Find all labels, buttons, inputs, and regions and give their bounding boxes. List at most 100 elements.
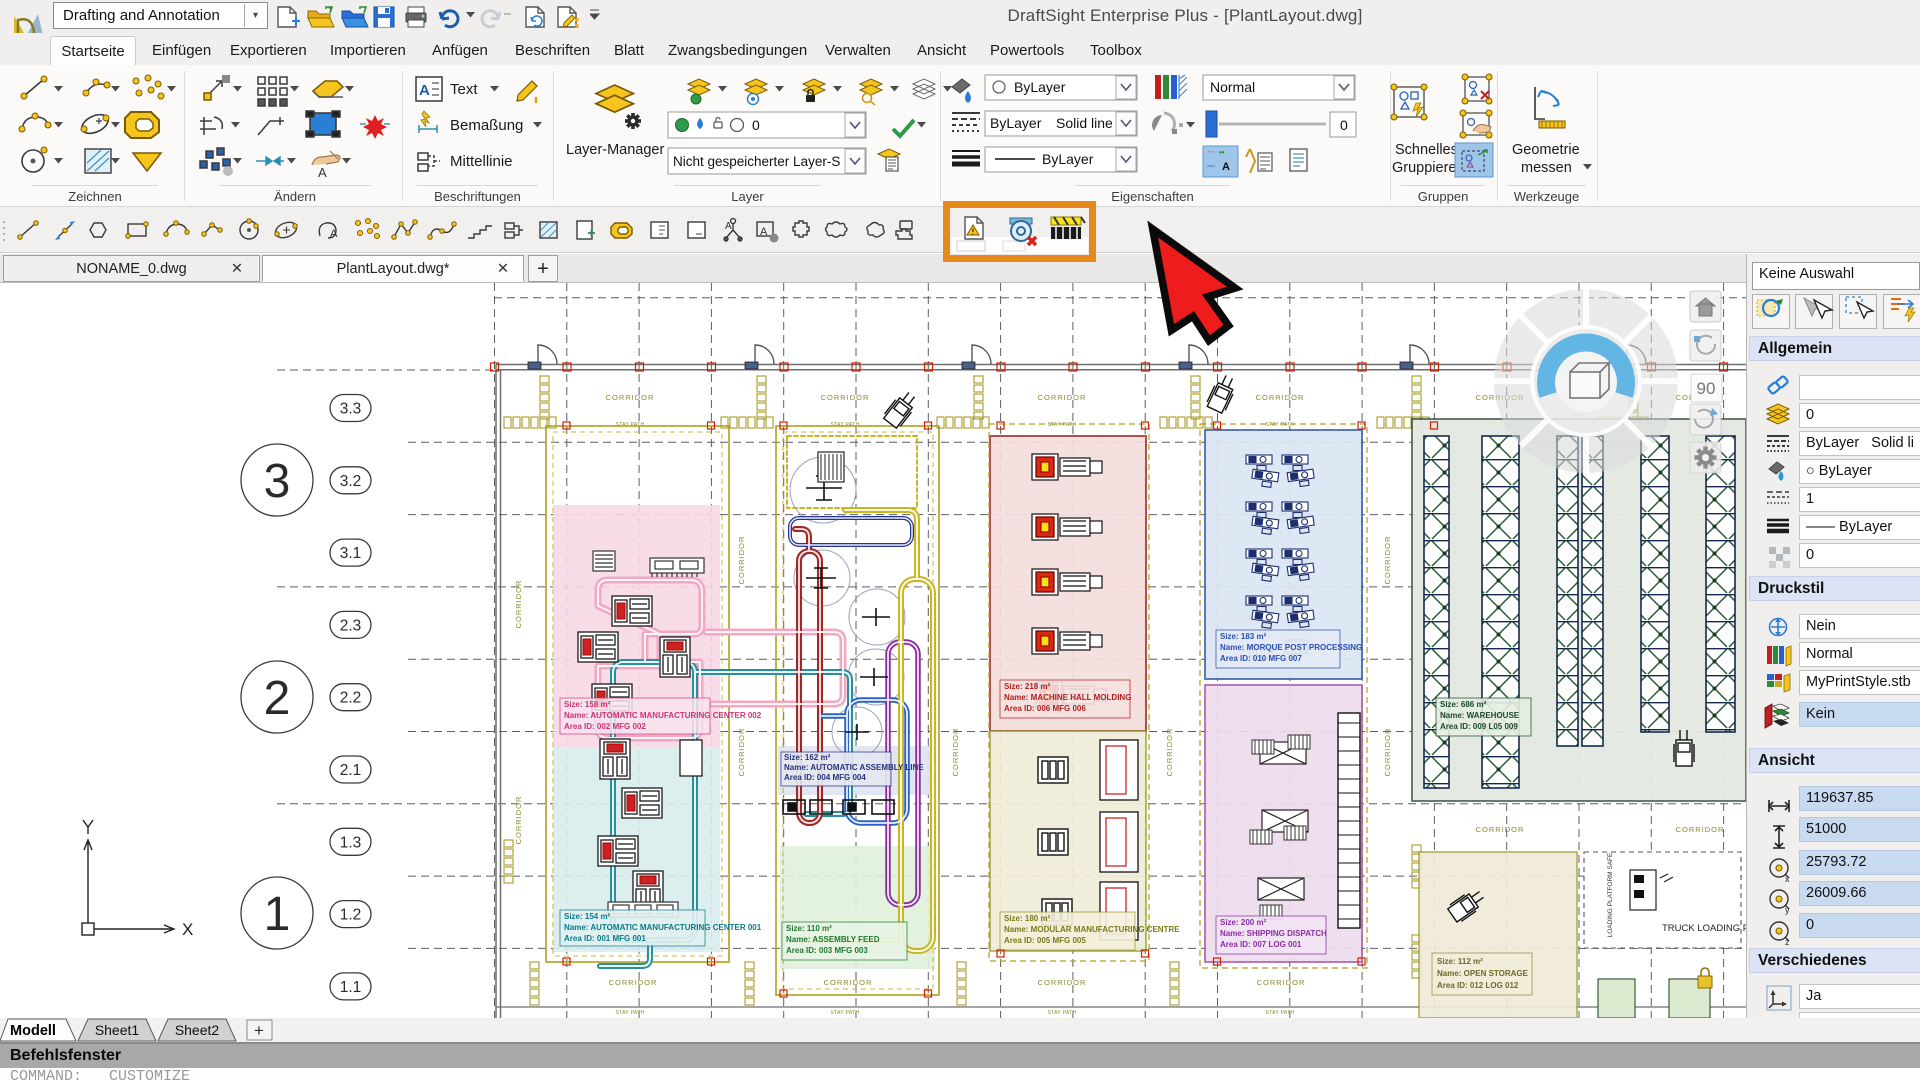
svg-text:CORRIDOR: CORRIDOR: [821, 393, 870, 402]
svg-text:Name: AUTOMATIC MANUFACTURING: Name: AUTOMATIC MANUFACTURING CENTER 001: [564, 923, 762, 932]
svg-text:messen: messen: [1521, 160, 1572, 176]
svg-text:STAY PATH: STAY PATH: [1048, 422, 1077, 428]
svg-text:Normal: Normal: [1210, 79, 1255, 95]
svg-text:CORRIDOR: CORRIDOR: [1256, 393, 1305, 402]
svg-text:Name: OPEN STORAGE: Name: OPEN STORAGE: [1437, 969, 1529, 978]
svg-text:CORRIDOR: CORRIDOR: [1383, 536, 1392, 585]
svg-text:2.3: 2.3: [340, 617, 362, 634]
svg-text:Size: 162 m²: Size: 162 m²: [784, 753, 831, 762]
svg-text:Size: 183 m²: Size: 183 m²: [1220, 632, 1267, 641]
svg-text:0: 0: [752, 117, 760, 133]
svg-text:Area ID: 009 L05 009: Area ID: 009 L05 009: [1440, 722, 1518, 731]
svg-text:CORRIDOR: CORRIDOR: [514, 580, 523, 629]
svg-text:Name: MODULAR MANUFACTURING CE: Name: MODULAR MANUFACTURING CENTRE: [1004, 925, 1180, 934]
svg-text:Size: 200 m²: Size: 200 m²: [1220, 918, 1267, 927]
svg-text:3.2: 3.2: [340, 473, 362, 490]
svg-text:Schnelles: Schnelles: [1395, 142, 1458, 158]
svg-text:X: X: [182, 920, 193, 939]
svg-text:Area ID: 003 MFG 003: Area ID: 003 MFG 003: [786, 946, 868, 955]
svg-text:Size: 110 m²: Size: 110 m²: [786, 924, 832, 933]
svg-text:3: 3: [264, 455, 291, 508]
svg-text:Area ID: 007 LOG 001: Area ID: 007 LOG 001: [1220, 940, 1302, 949]
svg-text:z: z: [1785, 937, 1790, 947]
svg-text:Name: SHIPPING DISPATCH: Name: SHIPPING DISPATCH: [1220, 929, 1327, 938]
svg-text:2: 2: [264, 672, 291, 725]
svg-text:+: +: [254, 1021, 264, 1040]
svg-text:Size: 686 m²: Size: 686 m²: [1440, 700, 1487, 709]
svg-text:CORRIDOR: CORRIDOR: [1676, 825, 1725, 834]
svg-text:CORRIDOR: CORRIDOR: [737, 536, 746, 585]
svg-text:CORRIDOR: CORRIDOR: [1038, 978, 1087, 987]
svg-text:A: A: [760, 226, 768, 238]
svg-text:Solid line: Solid line: [1056, 115, 1113, 131]
svg-text:Area ID: 010 MFG 007: Area ID: 010 MFG 007: [1220, 654, 1302, 663]
svg-text:CORRIDOR: CORRIDOR: [609, 978, 658, 987]
svg-text:STAY PATH: STAY PATH: [831, 1010, 860, 1016]
svg-text:Sheet2: Sheet2: [175, 1022, 220, 1038]
svg-text:1.1: 1.1: [340, 979, 362, 996]
svg-text:Modell: Modell: [10, 1023, 56, 1039]
svg-text:STAY PATH: STAY PATH: [831, 422, 860, 428]
svg-text:Size: 112 m²: Size: 112 m²: [1437, 957, 1483, 966]
svg-text:CORRIDOR: CORRIDOR: [514, 796, 523, 845]
svg-text:CORRIDOR: CORRIDOR: [951, 728, 960, 777]
svg-text:Area ID: 006 MFG 006: Area ID: 006 MFG 006: [1004, 704, 1086, 713]
svg-text:Mittellinie: Mittellinie: [450, 153, 513, 170]
svg-text:Layer-Manager: Layer-Manager: [566, 142, 664, 158]
svg-text:STAY PATH: STAY PATH: [616, 422, 645, 428]
svg-text:Area ID: 012 LOG 012: Area ID: 012 LOG 012: [1437, 981, 1519, 990]
svg-text:CORRIDOR: CORRIDOR: [824, 978, 873, 987]
svg-text:90: 90: [1697, 379, 1716, 398]
svg-text:---: ---: [1207, 161, 1215, 170]
svg-text:Bemaßung: Bemaßung: [450, 117, 523, 134]
svg-text:1.3: 1.3: [340, 834, 362, 851]
svg-text:Area ID: 005 MFG 005: Area ID: 005 MFG 005: [1004, 936, 1086, 945]
svg-text:A: A: [725, 221, 732, 232]
svg-text:Name: AUTOMATIC ASSEMBLY LINE: Name: AUTOMATIC ASSEMBLY LINE: [784, 763, 924, 772]
svg-text:ByLayer: ByLayer: [1042, 151, 1094, 167]
svg-text:CORRIDOR: CORRIDOR: [606, 393, 655, 402]
svg-text:A: A: [330, 228, 338, 240]
svg-text:Size: 154 m²: Size: 154 m²: [564, 912, 611, 921]
svg-text:TRUCK LOADING PLATFORM H: TRUCK LOADING PLATFORM H: [1662, 923, 1746, 934]
svg-text:3.3: 3.3: [340, 401, 362, 418]
svg-text:••: ••: [1219, 148, 1225, 157]
svg-text:LOADING PLATFORM SAFE: LOADING PLATFORM SAFE: [1607, 852, 1614, 937]
svg-text:x: x: [1785, 874, 1790, 884]
svg-text:ByLayer: ByLayer: [990, 115, 1042, 131]
svg-text:Text: Text: [450, 81, 478, 98]
svg-text:1.2: 1.2: [340, 907, 362, 924]
svg-text:STAY PATH: STAY PATH: [1266, 1010, 1295, 1016]
svg-text:CORRIDOR: CORRIDOR: [1038, 393, 1087, 402]
svg-text:0: 0: [1340, 117, 1348, 133]
svg-text:CORRIDOR: CORRIDOR: [1165, 728, 1174, 777]
svg-text:1: 1: [264, 888, 291, 941]
svg-text:2.2: 2.2: [340, 690, 362, 707]
svg-text:Nicht gespeicherter Layer-S: Nicht gespeicherter Layer-S: [673, 154, 840, 169]
svg-text:CORRIDOR: CORRIDOR: [737, 728, 746, 777]
svg-text:ʾʾʾ: ʾʾʾ: [1207, 150, 1215, 159]
svg-text:A: A: [318, 165, 327, 180]
svg-text:Size: 180 m²: Size: 180 m²: [1004, 914, 1051, 923]
svg-text:Area ID: 004 MFG 004: Area ID: 004 MFG 004: [784, 773, 866, 782]
svg-text:y: y: [1785, 905, 1790, 915]
svg-text:STAY PATH: STAY PATH: [1048, 1010, 1077, 1016]
svg-text:Geometrie: Geometrie: [1512, 142, 1580, 158]
svg-text:Name: MACHINE HALL MOLDING: Name: MACHINE HALL MOLDING: [1004, 693, 1131, 702]
svg-text:ByLayer: ByLayer: [1014, 79, 1066, 95]
svg-text:A: A: [419, 82, 430, 99]
svg-text:CORRIDOR: CORRIDOR: [1257, 978, 1306, 987]
svg-text:Name: AUTOMATIC MANUFACTURING: Name: AUTOMATIC MANUFACTURING CENTER 002: [564, 711, 762, 720]
svg-text:Gruppieren: Gruppieren: [1392, 160, 1465, 176]
svg-text:Size: 218 m²: Size: 218 m²: [1004, 682, 1051, 691]
svg-text:3.1: 3.1: [340, 545, 362, 562]
svg-text:Area ID: 002 MFG 002: Area ID: 002 MFG 002: [564, 722, 646, 731]
svg-text:A: A: [1222, 161, 1230, 173]
svg-text:Name: WAREHOUSE: Name: WAREHOUSE: [1440, 711, 1520, 720]
svg-text:2.1: 2.1: [340, 762, 362, 779]
svg-text:STAY PATH: STAY PATH: [1266, 422, 1295, 428]
svg-text:Area ID: 001 MFG 001: Area ID: 001 MFG 001: [564, 934, 646, 943]
svg-text:CORRIDOR: CORRIDOR: [1383, 728, 1392, 777]
svg-text:Name: ASSEMBLY FEED: Name: ASSEMBLY FEED: [786, 935, 880, 944]
svg-text:STAY PATH: STAY PATH: [616, 1010, 645, 1016]
